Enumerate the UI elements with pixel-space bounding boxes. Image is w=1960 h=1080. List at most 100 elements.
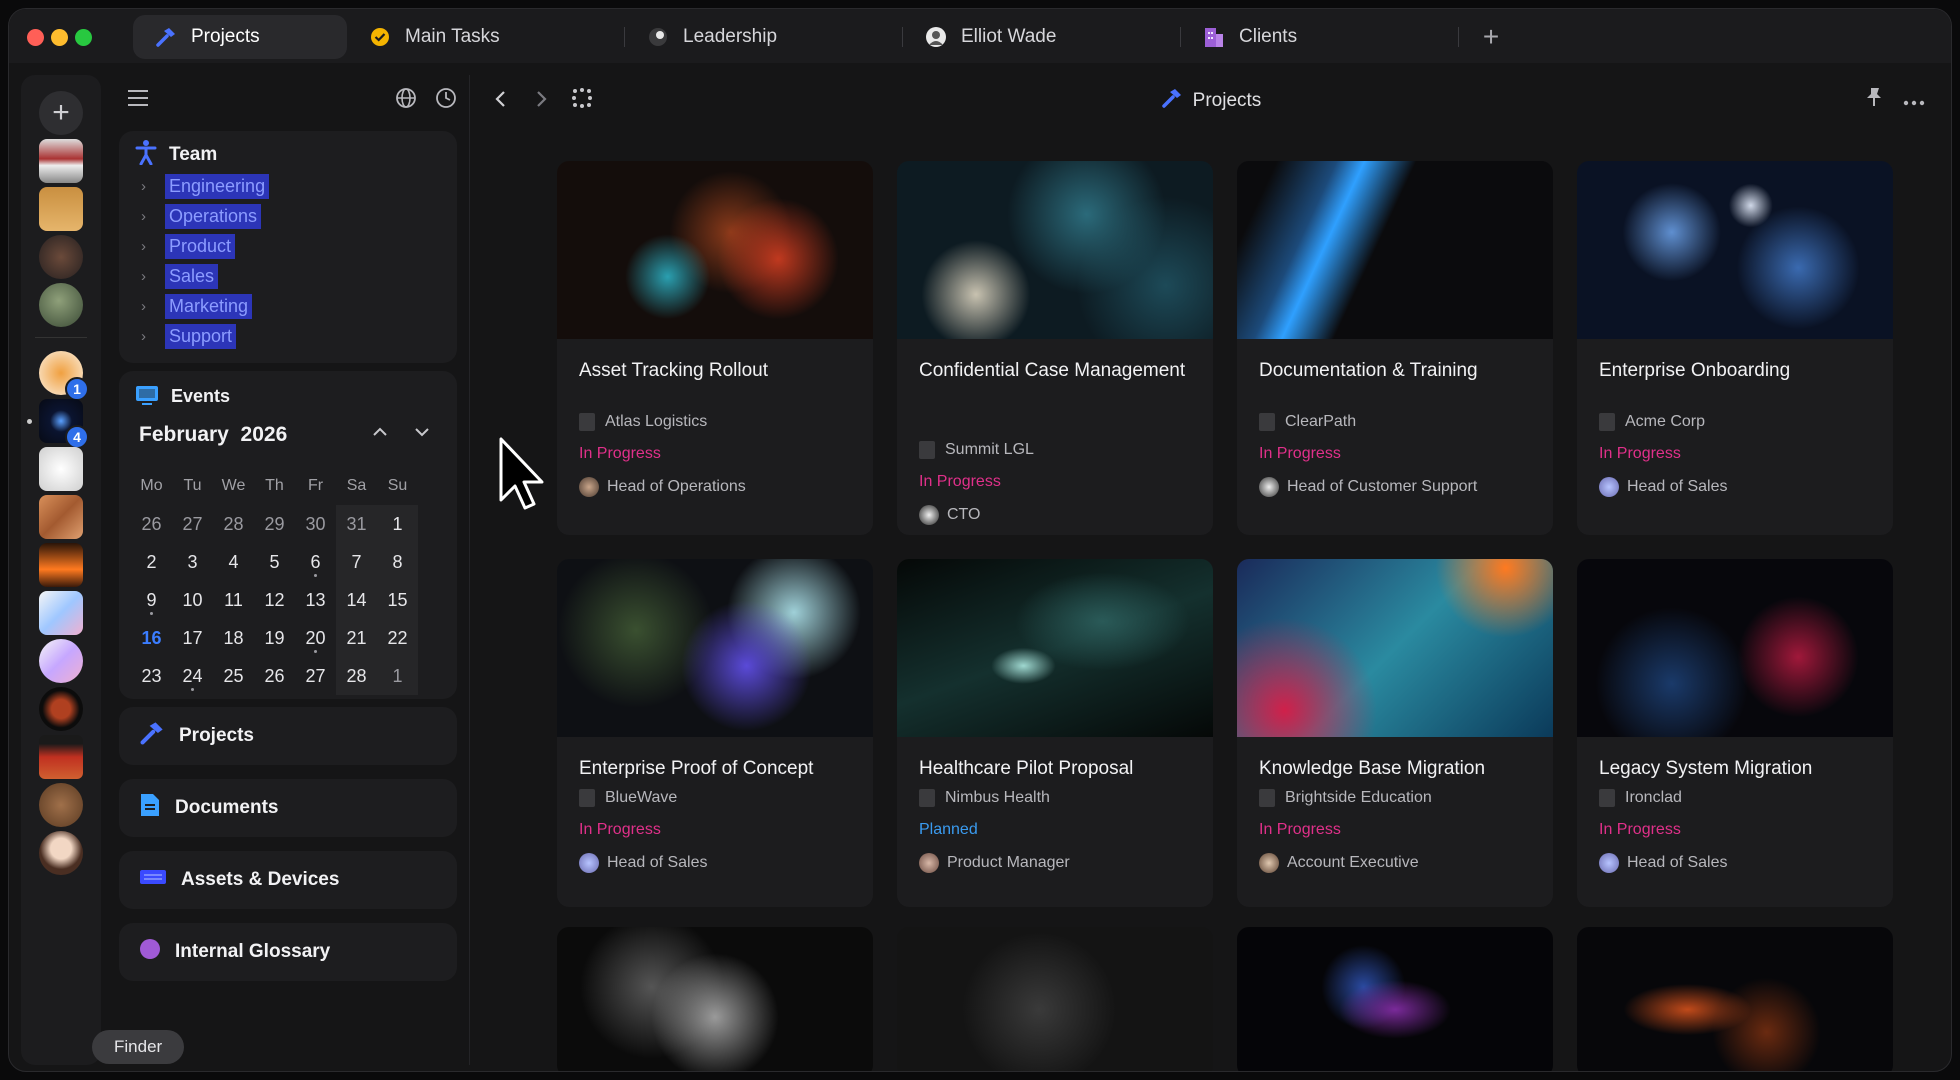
project-owner: CTO xyxy=(919,505,980,525)
calendar-day[interactable]: 14 xyxy=(336,581,377,619)
project-card[interactable]: Enterprise Proof of Concept BlueWave In … xyxy=(557,559,873,907)
calendar-day[interactable]: 1 xyxy=(377,505,418,543)
space-avatar-8[interactable] xyxy=(39,495,83,539)
project-card[interactable]: Healthcare Pilot Proposal Nimbus Health … xyxy=(897,559,1213,907)
calendar-day[interactable]: 8 xyxy=(377,543,418,581)
calendar-day[interactable]: 7 xyxy=(336,543,377,581)
calendar-day[interactable]: 24 xyxy=(172,657,213,695)
tab-elliot-wade[interactable]: Elliot Wade xyxy=(903,15,1181,59)
project-card[interactable] xyxy=(897,927,1213,1071)
document-icon xyxy=(139,792,161,824)
clock-icon[interactable] xyxy=(435,87,457,114)
project-card[interactable]: Documentation & Training ClearPath In Pr… xyxy=(1237,161,1553,535)
space-avatar-7[interactable] xyxy=(39,447,83,491)
nav-projects[interactable]: Projects xyxy=(119,707,457,765)
calendar-day[interactable]: 18 xyxy=(213,619,254,657)
space-avatar-9[interactable] xyxy=(39,543,83,587)
globe-icon[interactable] xyxy=(395,87,417,114)
calendar-day[interactable]: 1 xyxy=(377,657,418,695)
space-avatar-11[interactable] xyxy=(39,639,83,683)
calendar-day[interactable]: 2 xyxy=(131,543,172,581)
team-item-operations[interactable]: › Operations xyxy=(141,201,262,231)
nav-internal-glossary[interactable]: Internal Glossary xyxy=(119,923,457,981)
calendar-month: February xyxy=(139,423,229,446)
calendar-day[interactable]: 15 xyxy=(377,581,418,619)
calendar-day[interactable]: 5 xyxy=(254,543,295,581)
menu-icon[interactable] xyxy=(127,89,149,112)
calendar-day[interactable]: 3 xyxy=(172,543,213,581)
tab-projects[interactable]: Projects xyxy=(133,15,347,59)
calendar-day[interactable]: 25 xyxy=(213,657,254,695)
calendar-day[interactable]: 19 xyxy=(254,619,295,657)
more-options-icon[interactable] xyxy=(1903,93,1925,111)
space-avatar-2[interactable] xyxy=(39,187,83,231)
calendar-day[interactable]: 13 xyxy=(295,581,336,619)
space-avatar-5[interactable]: 1 xyxy=(39,351,89,401)
calendar-day[interactable]: 26 xyxy=(131,505,172,543)
space-avatar-10[interactable] xyxy=(39,591,83,635)
team-item-marketing[interactable]: › Marketing xyxy=(141,291,253,321)
zoom-window-button[interactable] xyxy=(75,29,92,46)
team-item-engineering[interactable]: › Engineering xyxy=(141,171,270,201)
team-item-sales[interactable]: › Sales xyxy=(141,261,219,291)
notification-badge: 4 xyxy=(65,425,89,449)
calendar-day[interactable]: 28 xyxy=(213,505,254,543)
calendar-day[interactable]: 26 xyxy=(254,657,295,695)
calendar-day[interactable]: 9 xyxy=(131,581,172,619)
calendar-day[interactable]: 17 xyxy=(172,619,213,657)
close-window-button[interactable] xyxy=(27,29,44,46)
space-avatar-3[interactable] xyxy=(39,235,83,279)
nav-assets-devices[interactable]: Assets & Devices xyxy=(119,851,457,909)
space-avatar-1[interactable] xyxy=(39,139,83,183)
calendar-day[interactable]: 6 xyxy=(295,543,336,581)
space-avatar-12[interactable] xyxy=(39,687,83,731)
sidebar-toolbar xyxy=(113,75,463,125)
calendar-day[interactable]: 20 xyxy=(295,619,336,657)
tab-clients[interactable]: Clients xyxy=(1181,15,1459,59)
new-tab-button[interactable]: + xyxy=(1471,17,1511,57)
calendar-day[interactable]: 12 xyxy=(254,581,295,619)
chevron-down-icon[interactable] xyxy=(413,425,431,444)
project-card[interactable]: Confidential Case Management Summit LGL … xyxy=(897,161,1213,535)
tab-leadership[interactable]: Leadership xyxy=(625,15,903,59)
user-profile-avatar[interactable] xyxy=(39,831,83,875)
project-owner: Head of Customer Support xyxy=(1259,477,1477,497)
project-card[interactable]: Legacy System Migration Ironclad In Prog… xyxy=(1577,559,1893,907)
calendar-day[interactable]: 22 xyxy=(377,619,418,657)
space-avatar-13[interactable] xyxy=(39,735,83,779)
calendar-day[interactable]: 29 xyxy=(254,505,295,543)
space-avatar-14[interactable] xyxy=(39,783,83,827)
calendar-day[interactable]: 23 xyxy=(131,657,172,695)
project-card[interactable]: Knowledge Base Migration Brightside Educ… xyxy=(1237,559,1553,907)
calendar-day[interactable]: 28 xyxy=(336,657,377,695)
team-item-product[interactable]: › Product xyxy=(141,231,236,261)
pin-icon[interactable] xyxy=(1863,85,1885,114)
calendar-day[interactable]: 27 xyxy=(295,657,336,695)
team-item-support[interactable]: › Support xyxy=(141,321,237,351)
calendar-day[interactable]: 27 xyxy=(172,505,213,543)
chevron-right-icon: › xyxy=(141,267,146,285)
project-cover-image xyxy=(557,927,873,1071)
calendar-day[interactable]: 10 xyxy=(172,581,213,619)
chevron-up-icon[interactable] xyxy=(371,425,389,444)
project-status: In Progress xyxy=(1259,821,1341,838)
calendar-day[interactable]: 11 xyxy=(213,581,254,619)
calendar-grid: Mo Tu We Th Fr Sa Su 26 27 28 29 30 31 1 xyxy=(131,467,451,695)
calendar-day[interactable]: 30 xyxy=(295,505,336,543)
tab-main-tasks[interactable]: Main Tasks xyxy=(347,15,625,59)
nav-documents[interactable]: Documents xyxy=(119,779,457,837)
calendar-day[interactable]: 21 xyxy=(336,619,377,657)
space-avatar-4[interactable] xyxy=(39,283,83,327)
project-card[interactable]: Enterprise Onboarding Acme Corp In Progr… xyxy=(1577,161,1893,535)
project-card[interactable] xyxy=(557,927,873,1071)
calendar-day[interactable]: 4 xyxy=(213,543,254,581)
project-card[interactable] xyxy=(1237,927,1553,1071)
space-avatar-6[interactable]: 4 xyxy=(39,399,89,449)
calendar-week: 23 24 25 26 27 28 1 xyxy=(131,657,451,695)
calendar-day-today[interactable]: 16 xyxy=(131,619,172,657)
add-space-button[interactable]: + xyxy=(39,91,83,135)
project-card[interactable] xyxy=(1577,927,1893,1071)
project-card[interactable]: Asset Tracking Rollout Atlas Logistics I… xyxy=(557,161,873,535)
minimize-window-button[interactable] xyxy=(51,29,68,46)
calendar-day[interactable]: 31 xyxy=(336,505,377,543)
